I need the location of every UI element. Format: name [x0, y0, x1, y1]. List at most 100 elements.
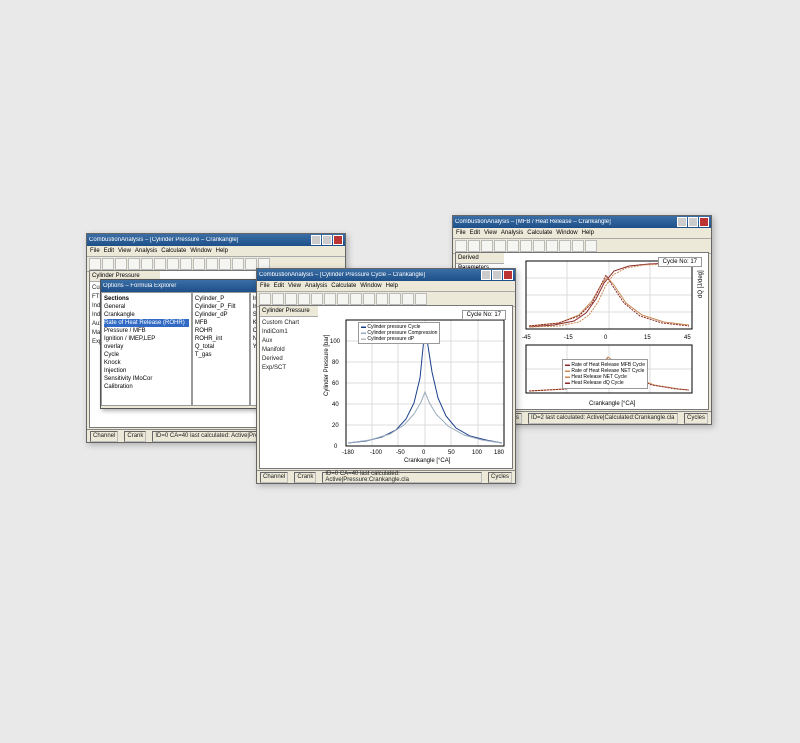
close-button[interactable]	[333, 235, 343, 245]
menu-item[interactable]: Calculate	[527, 230, 552, 236]
tool-icon[interactable]	[585, 240, 597, 252]
list-item[interactable]: MFB	[195, 319, 247, 327]
tool-icon[interactable]	[337, 293, 349, 305]
menu-item[interactable]: Edit	[274, 283, 284, 289]
list-item[interactable]: Ignition / IMEP,LEP	[104, 335, 189, 343]
minimize-button[interactable]	[677, 217, 687, 227]
vars-list-1[interactable]: Cylinder_P Cylinder_P_Filt Cylinder_dP M…	[192, 292, 250, 406]
menu-item[interactable]: Edit	[470, 230, 480, 236]
tool-icon[interactable]	[376, 293, 388, 305]
list-item[interactable]: Cycle	[104, 351, 189, 359]
tool-icon[interactable]	[219, 258, 231, 270]
list-item[interactable]: Knock	[104, 359, 189, 367]
tool-icon[interactable]	[311, 293, 323, 305]
menu-item[interactable]: Help	[386, 283, 398, 289]
list-item[interactable]: Q_total	[195, 343, 247, 351]
tool-icon[interactable]	[533, 240, 545, 252]
titlebar[interactable]: CombustionAnalysis – [MFB / Heat Release…	[453, 216, 711, 228]
tool-icon[interactable]	[363, 293, 375, 305]
tool-icon[interactable]	[507, 240, 519, 252]
tree-item[interactable]: Exp/SCT	[262, 364, 316, 373]
tool-icon[interactable]	[154, 258, 166, 270]
maximize-button[interactable]	[322, 235, 332, 245]
menu-item[interactable]: Analysis	[305, 283, 327, 289]
minimize-button[interactable]	[481, 270, 491, 280]
menu-item[interactable]: Window	[190, 248, 211, 254]
tool-icon[interactable]	[546, 240, 558, 252]
menu-item[interactable]: Help	[216, 248, 228, 254]
tool-icon[interactable]	[193, 258, 205, 270]
menu-item[interactable]: Calculate	[161, 248, 186, 254]
menu-item[interactable]: Analysis	[501, 230, 523, 236]
menu-item[interactable]: View	[118, 248, 131, 254]
titlebar[interactable]: CombustionAnalysis – [Cylinder Pressure …	[257, 269, 515, 281]
tool-icon[interactable]	[559, 240, 571, 252]
maximize-button[interactable]	[492, 270, 502, 280]
tool-icon[interactable]	[350, 293, 362, 305]
tool-icon[interactable]	[232, 258, 244, 270]
tool-icon[interactable]	[402, 293, 414, 305]
tool-icon[interactable]	[389, 293, 401, 305]
list-item[interactable]: Calibration	[104, 383, 189, 391]
maximize-button[interactable]	[688, 217, 698, 227]
tool-icon[interactable]	[298, 293, 310, 305]
tree-item[interactable]: Custom Chart	[262, 319, 316, 328]
menu-item[interactable]: File	[90, 248, 100, 254]
list-item[interactable]: ROHR	[195, 327, 247, 335]
list-item[interactable]: Rate of Heat Release (ROHR)	[104, 319, 189, 327]
menu-item[interactable]: View	[288, 283, 301, 289]
tool-icon[interactable]	[259, 293, 271, 305]
analysis-window-2[interactable]: CombustionAnalysis – [Cylinder Pressure …	[256, 268, 516, 484]
menu-item[interactable]: File	[456, 230, 466, 236]
menubar[interactable]: File Edit View Analysis Calculate Window…	[453, 228, 711, 239]
tool-icon[interactable]	[494, 240, 506, 252]
titlebar[interactable]: CombustionAnalysis – [Cylinder Pressure …	[87, 234, 345, 246]
tool-icon[interactable]	[89, 258, 101, 270]
list-item[interactable]: General	[104, 303, 189, 311]
menu-item[interactable]: Help	[582, 230, 594, 236]
tool-icon[interactable]	[115, 258, 127, 270]
tool-icon[interactable]	[415, 293, 427, 305]
tool-icon[interactable]	[167, 258, 179, 270]
menu-item[interactable]: Window	[556, 230, 577, 236]
tool-icon[interactable]	[102, 258, 114, 270]
close-button[interactable]	[503, 270, 513, 280]
list-item[interactable]: ROHR_int	[195, 335, 247, 343]
tool-icon[interactable]	[180, 258, 192, 270]
menubar[interactable]: File Edit View Analysis Calculate Window…	[257, 281, 515, 292]
menubar[interactable]: File Edit View Analysis Calculate Window…	[87, 246, 345, 257]
menu-item[interactable]: Window	[360, 283, 381, 289]
sections-list[interactable]: Sections General Crankangle Rate of Heat…	[101, 292, 192, 406]
tool-icon[interactable]	[285, 293, 297, 305]
list-item[interactable]: overlay	[104, 343, 189, 351]
tool-icon[interactable]	[481, 240, 493, 252]
tool-icon[interactable]	[272, 293, 284, 305]
list-item[interactable]: T_gas	[195, 351, 247, 359]
tool-icon[interactable]	[324, 293, 336, 305]
tree-item[interactable]: Aux	[262, 337, 316, 346]
minimize-button[interactable]	[311, 235, 321, 245]
menu-item[interactable]: File	[260, 283, 270, 289]
tool-icon[interactable]	[520, 240, 532, 252]
tool-icon[interactable]	[572, 240, 584, 252]
list-item[interactable]: Pressure / MFB	[104, 327, 189, 335]
tool-icon[interactable]	[468, 240, 480, 252]
tree-item[interactable]: Manifold	[262, 346, 316, 355]
list-item[interactable]: Injection	[104, 367, 189, 375]
list-item[interactable]: Sensitivity IMoCor	[104, 375, 189, 383]
tree[interactable]: Custom Chart IndiCom1 Aux Manifold Deriv…	[260, 317, 318, 375]
tool-icon[interactable]	[206, 258, 218, 270]
menu-item[interactable]: View	[484, 230, 497, 236]
tool-icon[interactable]	[455, 240, 467, 252]
tree-item[interactable]: IndiCom1	[262, 328, 316, 337]
list-item[interactable]: Cylinder_P	[195, 295, 247, 303]
tree-item[interactable]: Derived	[262, 355, 316, 364]
list-item[interactable]: Cylinder_P_Filt	[195, 303, 247, 311]
tool-icon[interactable]	[141, 258, 153, 270]
menu-item[interactable]: Edit	[104, 248, 114, 254]
list-item[interactable]: Cylinder_dP	[195, 311, 247, 319]
tool-icon[interactable]	[128, 258, 140, 270]
close-button[interactable]	[699, 217, 709, 227]
list-item[interactable]: Crankangle	[104, 311, 189, 319]
menu-item[interactable]: Calculate	[331, 283, 356, 289]
